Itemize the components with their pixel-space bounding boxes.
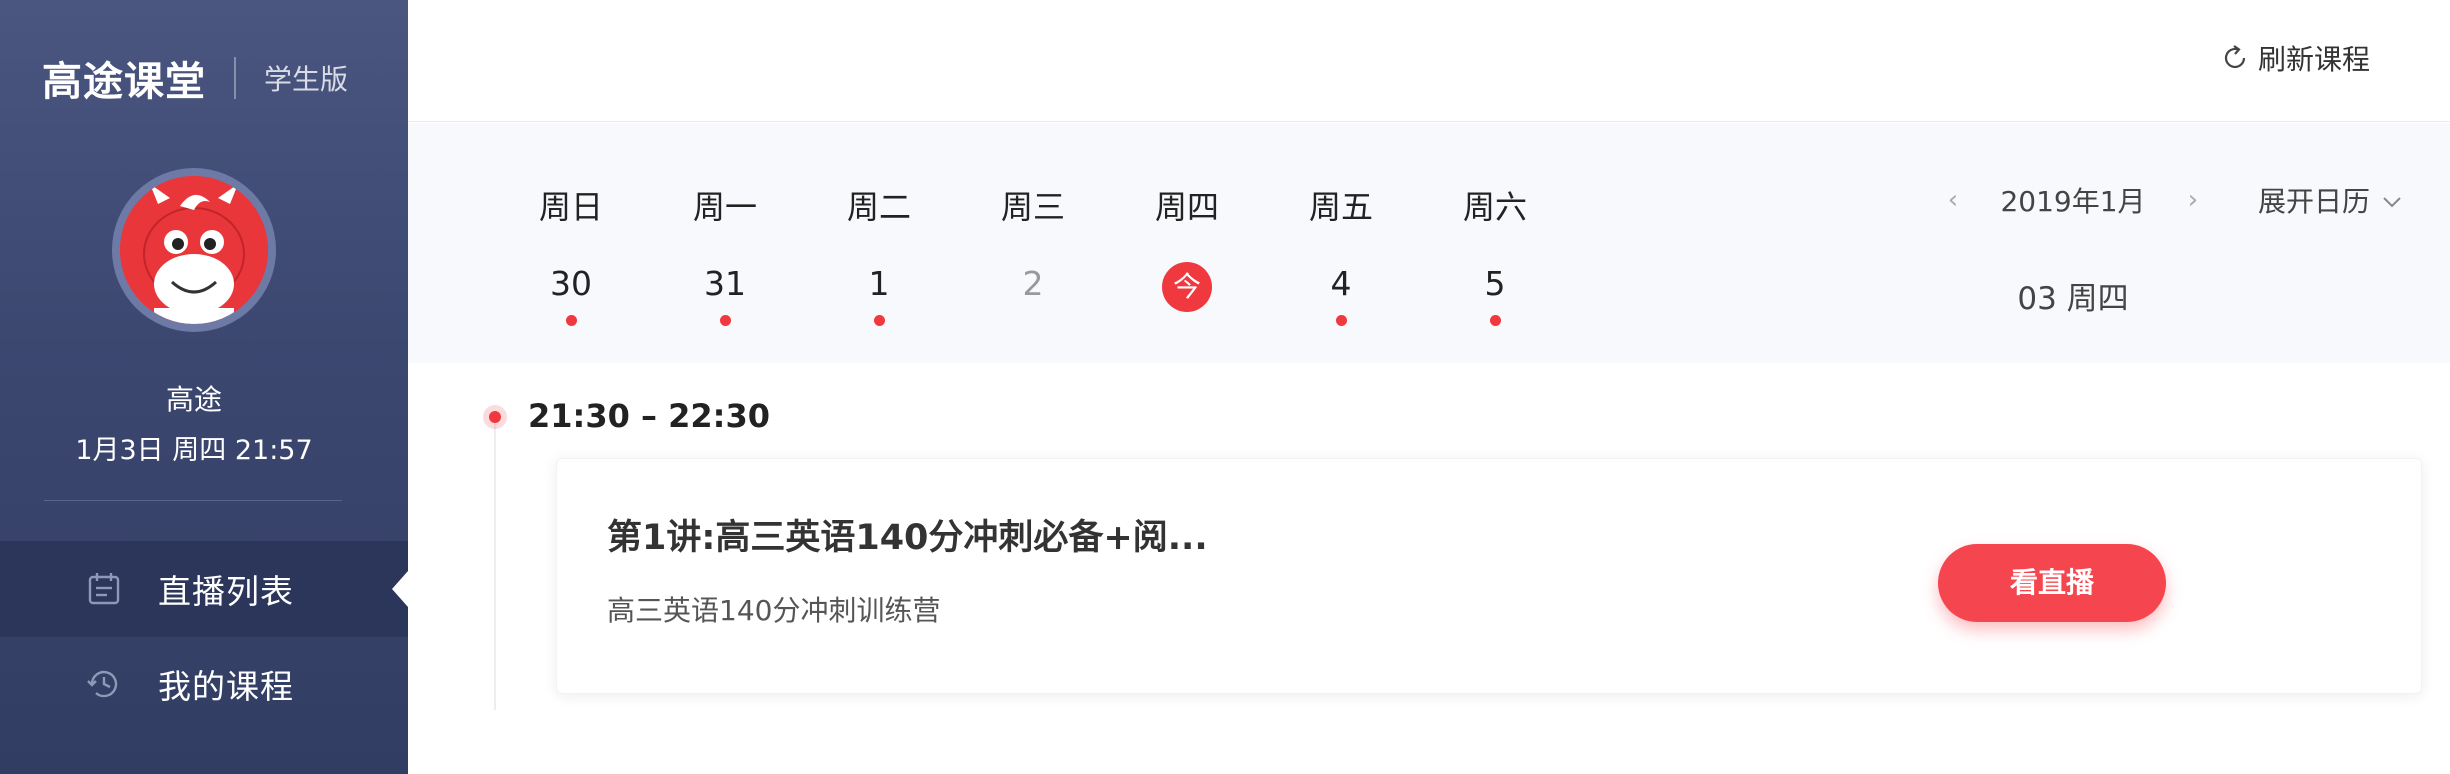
brand: 高途课堂 学生版 [42, 52, 349, 105]
brand-edition: 学生版 [264, 63, 349, 96]
lesson-card[interactable]: 第1讲:高三英语140分冲刺必备+阅... 高三英语140分冲刺训练营 看直播 [556, 458, 2422, 694]
nav-label-live-list: 直播列表 [158, 572, 294, 611]
history-clock-icon [84, 664, 124, 704]
day-number: 31 [704, 264, 746, 303]
brand-name: 高途课堂 [42, 59, 206, 105]
refresh-label: 刷新课程 [2257, 43, 2370, 76]
month-navigator: ‹ 2019年1月 › [1938, 175, 2208, 225]
calendar-icon [84, 569, 124, 609]
avatar[interactable] [112, 168, 276, 332]
watch-live-button[interactable]: 看直播 [1938, 544, 2166, 622]
nav-item-live-list[interactable]: 直播列表 [0, 541, 408, 637]
sidebar: 高途课堂 学生版 高途 1月3日 周四 21:57 直播列表 我的课程 [0, 0, 408, 774]
calendar-day-thu-today[interactable]: 周四 今 [1127, 183, 1247, 312]
day-number: 1 [868, 264, 890, 303]
timeline-marker [483, 405, 507, 429]
calendar-day-mon[interactable]: 周一 31 [665, 183, 785, 326]
brand-divider [234, 57, 236, 99]
calendar-day-fri[interactable]: 周五 4 [1281, 183, 1401, 326]
day-number: 2 [1022, 264, 1044, 303]
calendar-day-wed[interactable]: 周三 2 [973, 183, 1093, 307]
calendar-day-sun[interactable]: 周日 30 [511, 183, 631, 326]
refresh-courses-button[interactable]: 刷新课程 [2220, 38, 2370, 78]
day-name: 周三 [1000, 188, 1065, 226]
class-indicator-dot [1335, 315, 1347, 326]
lesson-course-name: 高三英语140分冲刺训练营 [607, 594, 941, 627]
class-indicator-dot [719, 315, 731, 326]
top-bar: 刷新课程 [408, 0, 2450, 122]
day-number: 30 [550, 264, 592, 303]
chevron-right-icon[interactable]: › [2178, 185, 2208, 215]
sidebar-divider [44, 500, 342, 501]
day-name: 周六 [1462, 188, 1527, 226]
day-number: 5 [1484, 264, 1506, 303]
selected-date: 03 周四 [2017, 281, 2129, 317]
class-indicator-dot [565, 315, 577, 326]
timeline-line [494, 420, 496, 710]
calendar-day-tue[interactable]: 周二 1 [819, 183, 939, 326]
chevron-left-icon[interactable]: ‹ [1938, 185, 1968, 215]
expand-calendar-button[interactable]: 展开日历 [2258, 175, 2404, 225]
refresh-icon [2220, 43, 2250, 73]
lesson-title: 第1讲:高三英语140分冲刺必备+阅... [607, 518, 1208, 558]
nav-item-my-courses[interactable]: 我的课程 [0, 636, 408, 732]
lesson-time-range: 21:30 – 22:30 [528, 397, 770, 435]
day-name: 周四 [1154, 188, 1219, 226]
month-label: 2019年1月 [2000, 185, 2146, 218]
expand-calendar-label: 展开日历 [2258, 185, 2371, 218]
day-name: 周二 [846, 188, 911, 226]
day-number: 4 [1330, 264, 1352, 303]
mascot-image [120, 176, 268, 324]
today-badge: 今 [1162, 262, 1212, 312]
nav-label-my-courses: 我的课程 [158, 667, 294, 706]
chevron-down-icon [2380, 188, 2404, 212]
user-name: 高途 [165, 383, 222, 416]
day-name: 周一 [692, 188, 757, 226]
class-indicator-dot [1489, 315, 1501, 326]
class-indicator-dot [873, 315, 885, 326]
current-datetime: 1月3日 周四 21:57 [75, 435, 313, 466]
day-name: 周五 [1308, 188, 1373, 226]
week-calendar: 周日 30 周一 31 周二 1 周三 2 周四 今 周五 4 周六 5 ‹ 2… [408, 123, 2450, 363]
calendar-day-sat[interactable]: 周六 5 [1435, 183, 1555, 326]
day-name: 周日 [538, 188, 603, 226]
